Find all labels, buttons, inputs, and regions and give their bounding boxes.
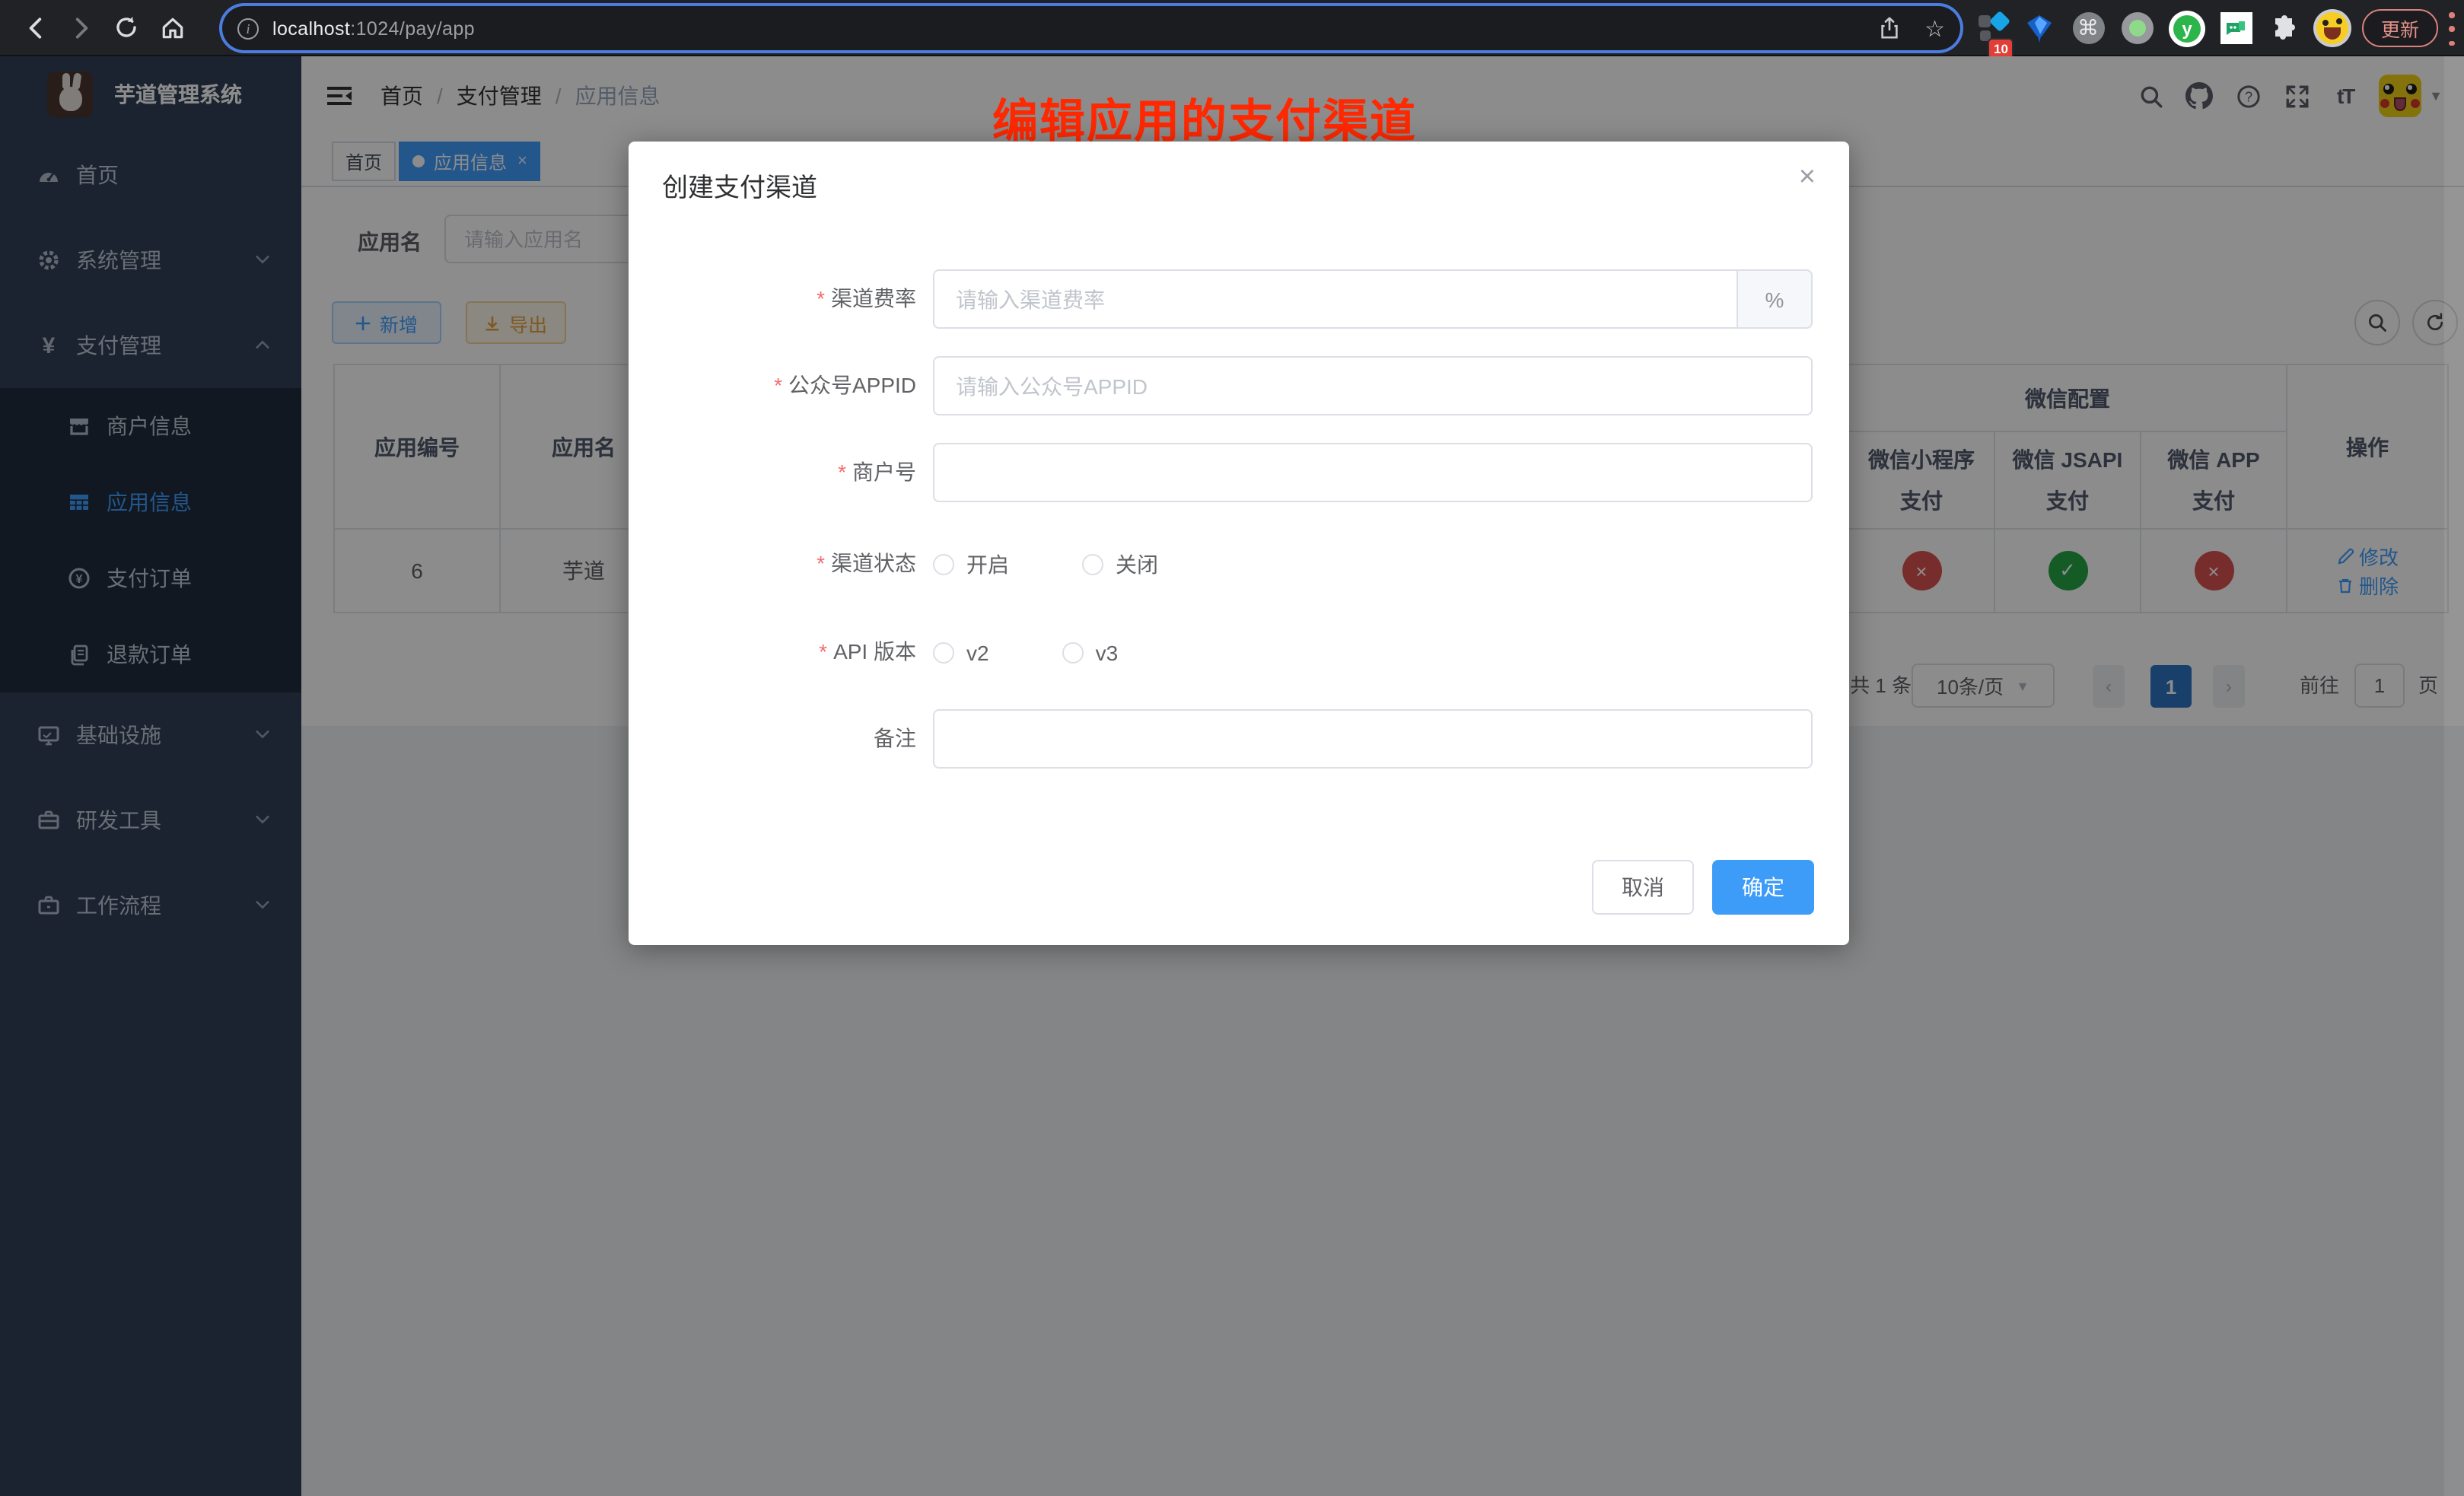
- browser-home-icon[interactable]: [149, 5, 195, 50]
- confirm-button[interactable]: 确定: [1712, 860, 1814, 915]
- extension-balloon-icon[interactable]: [2021, 0, 2058, 56]
- dialog-close-icon[interactable]: ×: [1799, 161, 1816, 195]
- browser-back-icon[interactable]: [12, 5, 58, 50]
- extension-dot-icon[interactable]: [2119, 0, 2155, 56]
- cancel-button[interactable]: 取消: [1592, 860, 1694, 915]
- status-off-label[interactable]: 关闭: [1116, 549, 1158, 579]
- remark-input[interactable]: [933, 709, 1813, 769]
- browser-menu-icon[interactable]: [2446, 12, 2458, 46]
- extension-command-icon[interactable]: ⌘: [2070, 0, 2106, 56]
- extension-chat-icon[interactable]: [2217, 0, 2254, 56]
- browser-forward-icon[interactable]: [58, 5, 103, 50]
- share-icon[interactable]: [1877, 17, 1900, 40]
- extension-diamond-icon[interactable]: 10: [1975, 0, 2015, 56]
- api-v2-radio[interactable]: [933, 641, 954, 663]
- rate-input[interactable]: [933, 269, 1738, 329]
- scrollbar[interactable]: [2444, 56, 2464, 1496]
- rate-label: 渠道费率: [629, 269, 916, 329]
- status-on-radio[interactable]: [933, 553, 954, 575]
- api-v3-radio[interactable]: [1062, 641, 1084, 663]
- appid-input[interactable]: [933, 356, 1813, 415]
- status-label: 渠道状态: [629, 534, 916, 594]
- extension-badge: 10: [1988, 37, 2014, 59]
- appid-label: 公众号APPID: [629, 356, 916, 415]
- browser-reload-icon[interactable]: [103, 5, 149, 50]
- dialog-title: 创建支付渠道: [662, 166, 817, 204]
- api-v2-label[interactable]: v2: [966, 640, 989, 664]
- url-bar[interactable]: i localhost:1024/pay/app ☆: [222, 6, 1960, 50]
- browser-update-button[interactable]: 更新: [2362, 9, 2438, 47]
- merchant-input[interactable]: [933, 443, 1813, 502]
- rate-suffix: %: [1738, 269, 1813, 329]
- status-on-label[interactable]: 开启: [966, 549, 1009, 579]
- screen: i localhost:1024/pay/app ☆ 10 ⌘: [0, 0, 2464, 1496]
- create-channel-dialog: 创建支付渠道 × 渠道费率 % 公众号APPID 商户号 渠道状态 开启: [629, 142, 1849, 945]
- annotation-text: 编辑应用的支付渠道: [992, 84, 1417, 151]
- url-text: localhost:1024/pay/app: [272, 18, 475, 39]
- profile-emoji-icon[interactable]: [2310, 0, 2353, 56]
- api-version-label: API 版本: [629, 622, 916, 682]
- extension-y-icon[interactable]: y: [2167, 0, 2207, 56]
- bookmark-star-icon[interactable]: ☆: [1924, 14, 1945, 42]
- remark-label: 备注: [629, 709, 916, 769]
- status-off-radio[interactable]: [1082, 553, 1103, 575]
- app-viewport: 芋道管理系统 首页 系统管理 ¥ 支付管理: [0, 56, 2464, 1496]
- extensions-puzzle-icon[interactable]: [2266, 0, 2303, 56]
- browser-toolbar: i localhost:1024/pay/app ☆ 10 ⌘: [0, 0, 2464, 56]
- merchant-label: 商户号: [629, 443, 916, 502]
- api-v3-label[interactable]: v3: [1096, 640, 1119, 664]
- site-info-icon[interactable]: i: [237, 18, 259, 39]
